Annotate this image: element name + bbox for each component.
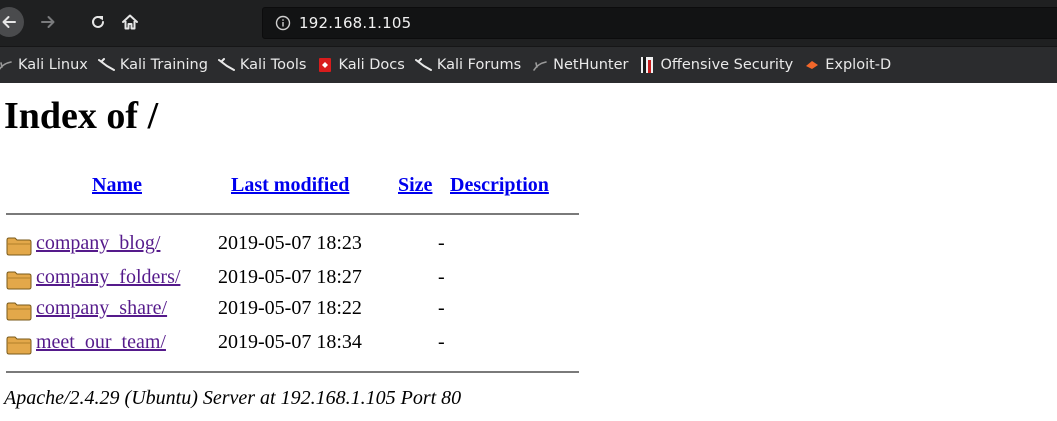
bookmark-kali-forums[interactable]: Kali Forums	[410, 52, 526, 78]
bookmark-nethunter[interactable]: NetHunter	[526, 52, 633, 78]
size: -	[438, 232, 445, 254]
folder-link[interactable]: meet_our_team/	[36, 331, 166, 354]
column-header-name[interactable]: Name	[92, 174, 142, 197]
size: -	[438, 266, 445, 288]
reload-button[interactable]	[84, 8, 112, 36]
url-text[interactable]: 192.168.1.105	[299, 14, 411, 32]
folder-link[interactable]: company_folders/	[36, 266, 180, 289]
divider-top	[6, 213, 579, 215]
kali-dragon-icon	[414, 57, 433, 73]
last-modified: 2019-05-07 18:34	[218, 331, 362, 353]
folder-link[interactable]: company_blog/	[36, 232, 160, 255]
arrow-left-icon	[2, 16, 16, 28]
back-button[interactable]	[0, 7, 24, 37]
bookmark-kali-tools[interactable]: Kali Tools	[213, 52, 312, 78]
home-icon	[122, 14, 138, 30]
server-signature: Apache/2.4.29 (Ubuntu) Server at 192.168…	[4, 387, 462, 409]
table-row: meet_our_team/ 2019-05-07 18:34 -	[6, 331, 586, 357]
column-header-last-modified[interactable]: Last modified	[231, 174, 349, 197]
divider-bottom	[6, 371, 579, 373]
size: -	[438, 297, 445, 319]
kali-dragon-icon	[0, 57, 14, 73]
bookmark-kali-linux[interactable]: Kali Linux	[0, 52, 93, 78]
bookmark-kali-training[interactable]: Kali Training	[93, 52, 213, 78]
size: -	[438, 331, 445, 353]
arrow-right-icon	[41, 16, 55, 28]
table-row: company_folders/ 2019-05-07 18:27 -	[6, 266, 586, 292]
kali-docs-icon	[316, 57, 334, 73]
offsec-icon	[638, 57, 656, 73]
nethunter-icon	[531, 57, 549, 73]
folder-icon	[6, 271, 32, 290]
address-bar[interactable]: 192.168.1.105	[262, 7, 1057, 39]
bookmark-offensive-security[interactable]: Offensive Security	[633, 52, 798, 78]
table-row: company_share/ 2019-05-07 18:22 -	[6, 297, 586, 323]
kali-dragon-icon	[217, 57, 236, 73]
page-content: Index of / Name Last modified Size Descr…	[0, 83, 1057, 421]
table-row: company_blog/ 2019-05-07 18:23 -	[6, 232, 586, 258]
folder-link[interactable]: company_share/	[36, 297, 167, 320]
folder-icon	[6, 237, 32, 256]
column-header-description[interactable]: Description	[450, 174, 549, 197]
bookmark-kali-docs[interactable]: Kali Docs	[311, 52, 409, 78]
forward-button[interactable]	[34, 8, 62, 36]
last-modified: 2019-05-07 18:23	[218, 232, 362, 254]
kali-dragon-icon	[97, 57, 116, 73]
browser-toolbar: 192.168.1.105	[0, 0, 1057, 46]
folder-icon	[6, 302, 32, 321]
bookmarks-bar: Kali Linux Kali Training Kali Tools Kali…	[0, 46, 1057, 83]
home-button[interactable]	[116, 8, 144, 36]
bookmark-exploit-db[interactable]: Exploit-D	[798, 52, 896, 78]
exploit-db-icon	[803, 57, 821, 73]
last-modified: 2019-05-07 18:27	[218, 266, 362, 288]
reload-icon	[92, 15, 104, 28]
last-modified: 2019-05-07 18:22	[218, 297, 362, 319]
info-icon[interactable]	[275, 15, 291, 31]
folder-icon	[6, 336, 32, 355]
column-header-size[interactable]: Size	[398, 174, 432, 197]
page-title: Index of /	[4, 95, 159, 137]
